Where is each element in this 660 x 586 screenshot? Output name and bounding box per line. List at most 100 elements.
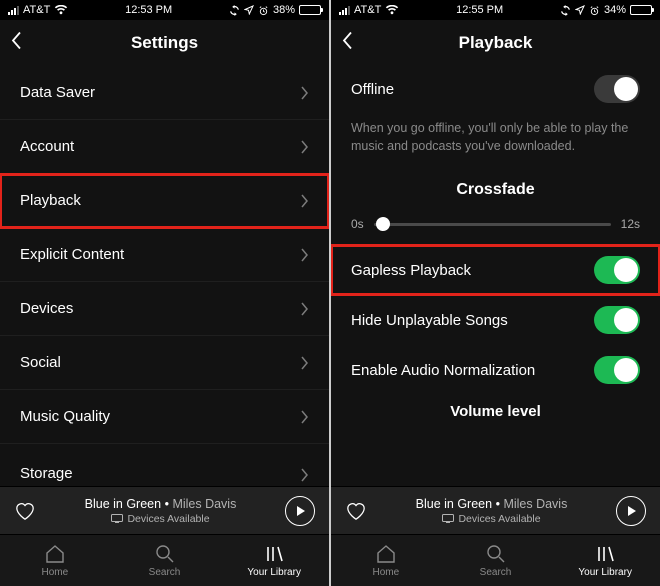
row-devices[interactable]: Devices (0, 282, 329, 336)
offline-description: When you go offline, you'll only be able… (331, 112, 660, 165)
row-storage[interactable]: Storage (0, 444, 329, 484)
tab-search[interactable]: Search (110, 535, 220, 586)
tab-home[interactable]: Home (0, 535, 110, 586)
np-separator: • (496, 497, 500, 511)
alarm-icon (258, 5, 269, 16)
tab-label: Your Library (247, 567, 301, 578)
row-label: Storage (20, 465, 73, 482)
now-playing-info[interactable]: Blue in Green • Miles Davis Devices Avai… (367, 497, 616, 525)
now-playing-info[interactable]: Blue in Green • Miles Davis Devices Avai… (36, 497, 285, 525)
row-label: Playback (20, 192, 81, 209)
row-label: Hide Unplayable Songs (351, 312, 508, 329)
row-account[interactable]: Account (0, 120, 329, 174)
phone-settings: AT&T 12:53 PM 38% Settings Data Saver Ac… (0, 0, 329, 586)
heart-icon[interactable] (345, 501, 367, 521)
toggle-hide-unplayable[interactable] (594, 306, 640, 334)
alarm-icon (589, 5, 600, 16)
chevron-right-icon (301, 248, 309, 262)
section-volume-title: Volume level (331, 395, 660, 420)
settings-list[interactable]: Data Saver Account Playback Explicit Con… (0, 66, 329, 486)
header: Playback (331, 20, 660, 66)
phone-playback: AT&T 12:55 PM 34% Playback Offline When … (331, 0, 660, 586)
chevron-right-icon (301, 302, 309, 316)
play-icon (628, 506, 636, 516)
cast-icon (111, 514, 123, 523)
location-icon (575, 5, 585, 15)
row-playback[interactable]: Playback (0, 174, 329, 228)
now-playing-bar[interactable]: Blue in Green • Miles Davis Devices Avai… (331, 486, 660, 534)
playback-settings[interactable]: Offline When you go offline, you'll only… (331, 66, 660, 486)
play-button[interactable] (285, 496, 315, 526)
battery-pct: 38% (273, 4, 295, 16)
chevron-right-icon (301, 86, 309, 100)
home-icon (375, 544, 397, 564)
row-social[interactable]: Social (0, 336, 329, 390)
status-time: 12:53 PM (125, 4, 172, 16)
search-icon (486, 544, 506, 564)
toggle-normalization[interactable] (594, 356, 640, 384)
back-button[interactable] (10, 31, 22, 56)
wifi-icon (385, 5, 399, 15)
page-title: Settings (131, 33, 198, 53)
back-button[interactable] (341, 31, 353, 56)
carrier-label: AT&T (23, 4, 50, 16)
row-label: Offline (351, 81, 394, 98)
row-label: Enable Audio Normalization (351, 362, 535, 379)
tab-library[interactable]: Your Library (219, 535, 329, 586)
slider-thumb[interactable] (376, 217, 390, 231)
row-explicit[interactable]: Explicit Content (0, 228, 329, 282)
row-label: Account (20, 138, 74, 155)
row-audio-normalization: Enable Audio Normalization (331, 345, 660, 395)
chevron-right-icon (301, 468, 309, 482)
chevron-right-icon (301, 140, 309, 154)
tab-label: Search (149, 567, 181, 578)
row-label: Gapless Playback (351, 262, 471, 279)
tab-library[interactable]: Your Library (550, 535, 660, 586)
tab-label: Search (480, 567, 512, 578)
row-label: Data Saver (20, 84, 95, 101)
home-icon (44, 544, 66, 564)
page-title: Playback (459, 33, 533, 53)
section-crossfade-title: Crossfade (331, 165, 660, 217)
chevron-right-icon (301, 410, 309, 424)
status-bar: AT&T 12:55 PM 34% (331, 0, 660, 20)
battery-icon (630, 5, 652, 15)
tab-bar: Home Search Your Library (0, 534, 329, 586)
carrier-label: AT&T (354, 4, 381, 16)
row-label: Devices (20, 300, 73, 317)
toggle-offline[interactable] (594, 75, 640, 103)
np-devices: Devices Available (458, 513, 540, 525)
row-gapless: Gapless Playback (331, 245, 660, 295)
slider-max: 12s (621, 217, 640, 231)
wifi-icon (54, 5, 68, 15)
tab-label: Home (41, 567, 68, 578)
status-time: 12:55 PM (456, 4, 503, 16)
sync-icon (229, 5, 240, 16)
row-music-quality[interactable]: Music Quality (0, 390, 329, 444)
row-hide-unplayable: Hide Unplayable Songs (331, 295, 660, 345)
row-label: Music Quality (20, 408, 110, 425)
np-devices: Devices Available (127, 513, 209, 525)
sync-icon (560, 5, 571, 16)
cast-icon (442, 514, 454, 523)
status-bar: AT&T 12:53 PM 38% (0, 0, 329, 20)
battery-pct: 34% (604, 4, 626, 16)
tab-home[interactable]: Home (331, 535, 441, 586)
np-separator: • (165, 497, 169, 511)
crossfade-slider[interactable] (374, 223, 611, 226)
now-playing-bar[interactable]: Blue in Green • Miles Davis Devices Avai… (0, 486, 329, 534)
row-data-saver[interactable]: Data Saver (0, 66, 329, 120)
chevron-right-icon (301, 356, 309, 370)
signal-icon (8, 6, 19, 15)
np-track-title: Blue in Green (85, 497, 161, 511)
heart-icon[interactable] (14, 501, 36, 521)
play-button[interactable] (616, 496, 646, 526)
np-track-title: Blue in Green (416, 497, 492, 511)
library-icon (264, 544, 284, 564)
search-icon (155, 544, 175, 564)
row-offline: Offline (331, 66, 660, 112)
battery-icon (299, 5, 321, 15)
tab-label: Home (372, 567, 399, 578)
tab-search[interactable]: Search (441, 535, 551, 586)
toggle-gapless[interactable] (594, 256, 640, 284)
